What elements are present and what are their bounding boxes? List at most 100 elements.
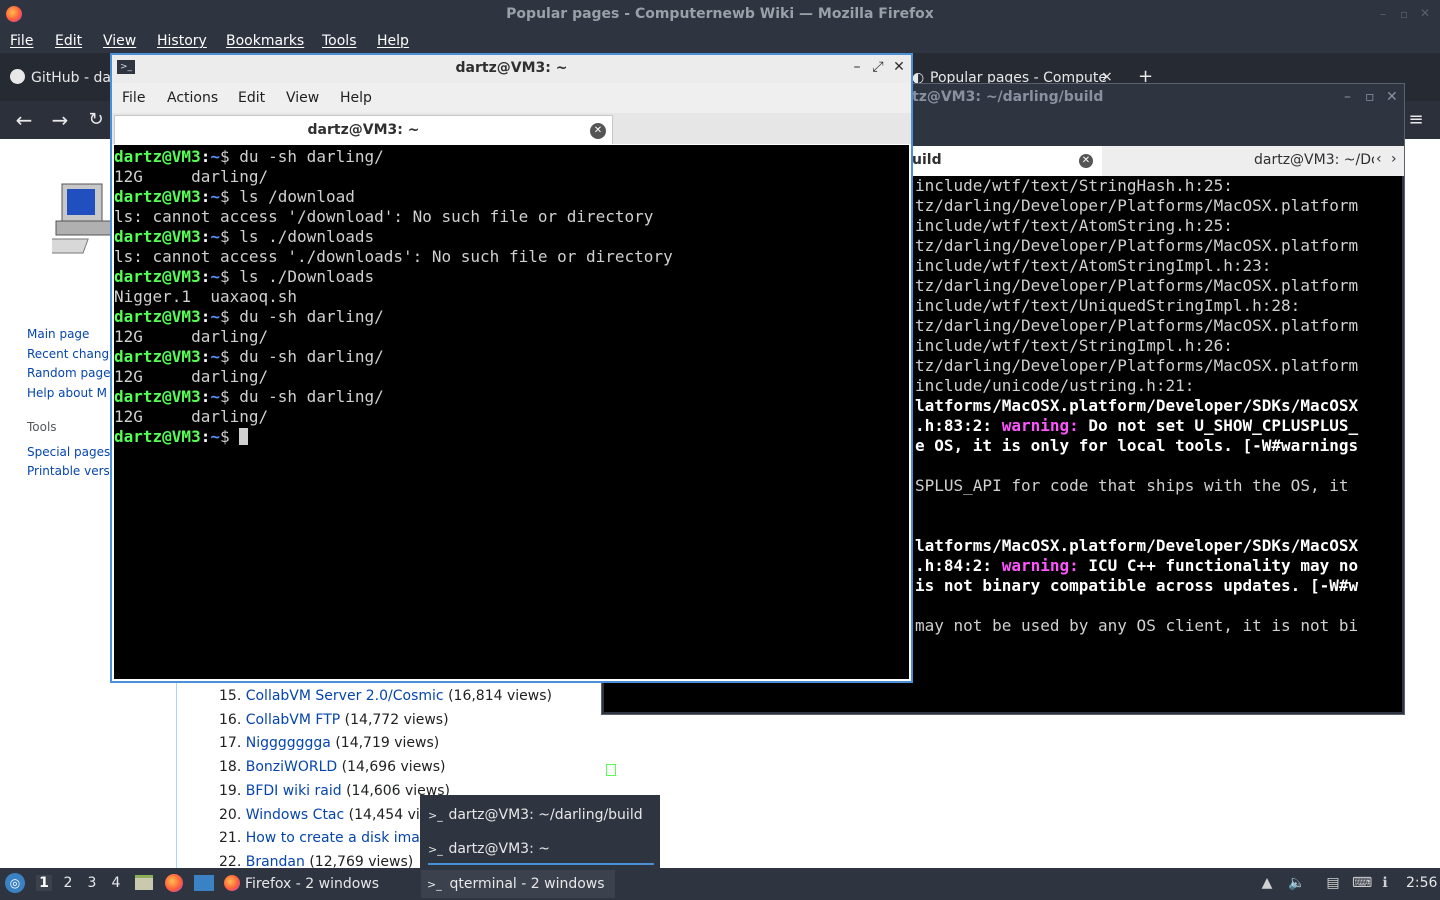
- tab-scroll-right-icon[interactable]: ›: [1391, 151, 1397, 167]
- minimize-icon[interactable]: –: [1344, 89, 1351, 105]
- terminal-text: ~: [210, 267, 220, 286]
- list-item-link[interactable]: Niggggggga: [246, 735, 331, 751]
- term-menu-help[interactable]: Help: [340, 90, 372, 106]
- volume-icon[interactable]: 🔈: [1288, 875, 1305, 891]
- close-icon[interactable]: ✕: [1386, 89, 1398, 105]
- term-menu-view[interactable]: View: [286, 90, 319, 106]
- task-qterminal[interactable]: >_ qterminal - 2 windows: [421, 870, 615, 898]
- terminal-text: tz/darling/Developer/Platforms/MacOSX.pl…: [915, 276, 1359, 295]
- tab-github[interactable]: GitHub - dar: [10, 63, 110, 93]
- close-icon[interactable]: ✕: [1420, 6, 1430, 20]
- desktop-2[interactable]: 2: [60, 875, 76, 891]
- clipboard-icon[interactable]: ▤: [1325, 875, 1341, 891]
- tray-update-icon[interactable]: ▲: [1259, 875, 1275, 891]
- tab-scroll-left-icon[interactable]: ‹: [1376, 151, 1382, 167]
- menu-tools[interactable]: Tools: [322, 33, 357, 49]
- maximize-icon[interactable]: ▫: [1365, 89, 1375, 105]
- menu-help[interactable]: Help: [377, 33, 409, 49]
- show-desktop-icon[interactable]: [194, 875, 214, 891]
- terminal-line: 12G darling/: [114, 407, 673, 427]
- maximize-icon[interactable]: ⤢: [870, 59, 886, 75]
- terminal-text: ICU C++ functionality may no: [1078, 556, 1359, 575]
- terminal-line: dartz@VM3:~$ du -sh darling/: [114, 347, 673, 367]
- terminal-text: ls: cannot access './downloads': No such…: [114, 247, 673, 266]
- terminal-line: may not be used by any OS client, it is …: [915, 616, 1358, 636]
- list-item-link[interactable]: How to create a disk ima: [246, 830, 420, 846]
- desktop-1[interactable]: 1: [36, 875, 52, 891]
- maximize-icon[interactable]: ▫: [1400, 7, 1408, 21]
- list-item-link[interactable]: BonziWORLD: [246, 759, 337, 775]
- desktop-4[interactable]: 4: [108, 875, 124, 891]
- terminal-line: e OS, it is only for local tools. [-W#wa…: [915, 436, 1358, 456]
- terminal-line: SPLUS_API for code that ships with the O…: [915, 476, 1358, 496]
- terminal-text: ~: [210, 347, 220, 366]
- menu-edit[interactable]: Edit: [55, 33, 82, 49]
- popup-item-build[interactable]: >_ dartz@VM3: ~/darling/build: [428, 801, 654, 829]
- firefox-launcher-icon[interactable]: [165, 874, 183, 892]
- list-item-link[interactable]: CollabVM Server 2.0/Cosmic: [246, 688, 444, 704]
- list-item: 21. How to create a disk ima: [219, 830, 420, 846]
- menu-history[interactable]: History: [157, 33, 207, 49]
- minimize-icon[interactable]: –: [1380, 7, 1386, 21]
- list-item-views: (16,814 views): [448, 688, 552, 704]
- qterminal-window-home[interactable]: >_ dartz@VM3: ~ – ⤢ ✕ File Actions Edit …: [110, 53, 913, 683]
- menu-view[interactable]: View: [103, 33, 136, 49]
- terminal-text: latforms/MacOSX.platform/Developer/SDKs/…: [915, 396, 1359, 415]
- terminal-text: Do not set U_SHOW_CPLUSPLUS_: [1078, 416, 1359, 435]
- task-firefox[interactable]: Firefox - 2 windows: [224, 870, 414, 898]
- terminal-line: dartz@VM3:~$: [114, 427, 673, 447]
- sidebar-special-pages[interactable]: Special pages: [27, 445, 110, 459]
- terminal-line: dartz@VM3:~$ ls ./downloads: [114, 227, 673, 247]
- terminal-line: dartz@VM3:~$ du -sh darling/: [114, 147, 673, 167]
- term-menu-file[interactable]: File: [122, 90, 145, 106]
- list-item-number: 18.: [219, 759, 242, 776]
- sidebar-help[interactable]: Help about M: [27, 386, 107, 400]
- sidebar-main-page[interactable]: Main page: [27, 327, 89, 341]
- close-icon[interactable]: ✕: [891, 59, 907, 75]
- forward-arrow-icon[interactable]: →: [47, 107, 73, 133]
- file-manager-icon[interactable]: [135, 875, 153, 890]
- sidebar-random-page[interactable]: Random page: [27, 366, 110, 380]
- popup-item-home[interactable]: >_ dartz@VM3: ~: [428, 835, 654, 865]
- task-firefox-label: Firefox - 2 windows: [245, 876, 380, 892]
- term-menu-edit[interactable]: Edit: [238, 90, 265, 106]
- firefox-menubar: File Edit View History Bookmarks Tools H…: [0, 29, 1440, 53]
- tab-docs[interactable]: dartz@VM3: ~/Dc: [1104, 146, 1374, 176]
- terminal-text: $ ls /download: [219, 187, 355, 206]
- terminal-text: .h:83:2:: [915, 416, 1002, 435]
- window-list-popup: >_ dartz@VM3: ~/darling/build >_ dartz@V…: [420, 795, 660, 868]
- back-arrow-icon[interactable]: ←: [11, 107, 37, 133]
- sidebar-recent-changes[interactable]: Recent chang: [27, 347, 109, 361]
- terminal-screen-home[interactable]: dartz@VM3:~$ du -sh darling/12G darling/…: [114, 145, 909, 679]
- list-item-views: (14,696 views): [341, 759, 446, 776]
- list-item-link[interactable]: Windows Ctac: [246, 807, 345, 823]
- terminal-text: Nigger.1 uaxaoq.sh: [114, 287, 298, 306]
- terminal-text: :: [200, 387, 211, 406]
- tab-close-icon[interactable]: ✕: [1079, 154, 1093, 168]
- terminal-text: $: [219, 427, 240, 446]
- hamburger-menu-icon[interactable]: ≡: [1403, 107, 1429, 133]
- terminal-text: $ ls ./downloads: [219, 227, 375, 246]
- terminal-line: include/wtf/text/AtomStringImpl.h:23:: [915, 256, 1358, 276]
- term-menu-actions[interactable]: Actions: [167, 90, 218, 106]
- clock[interactable]: 2:56: [1406, 875, 1437, 891]
- reload-icon[interactable]: ↻: [83, 107, 109, 133]
- minimize-icon[interactable]: –: [849, 59, 865, 75]
- keyboard-icon[interactable]: ⌨: [1352, 875, 1372, 891]
- notification-icon[interactable]: ℹ: [1377, 875, 1393, 891]
- terminal-line: include/wtf/text/UniquedStringImpl.h:28:: [915, 296, 1358, 316]
- list-item-link[interactable]: CollabVM FTP: [246, 712, 341, 728]
- list-item: 16. CollabVM FTP (14,772 views): [219, 712, 449, 728]
- menu-bookmarks[interactable]: Bookmarks: [226, 33, 304, 49]
- tab-home[interactable]: dartz@VM3: ~ ✕: [114, 115, 613, 144]
- desktop-3[interactable]: 3: [84, 875, 100, 891]
- terminal-line: latforms/MacOSX.platform/Developer/SDKs/…: [915, 396, 1358, 416]
- menu-file[interactable]: File: [10, 33, 33, 49]
- list-item-number: 21.: [219, 830, 242, 847]
- tab-close-icon[interactable]: ✕: [590, 123, 606, 139]
- list-item-link[interactable]: BFDI wiki raid: [246, 783, 342, 799]
- start-menu-icon[interactable]: ◎: [5, 873, 25, 893]
- terminal-line: dartz@VM3:~$ du -sh darling/: [114, 307, 673, 327]
- sidebar-printable-version[interactable]: Printable vers: [27, 464, 110, 478]
- terminal-line: tz/darling/Developer/Platforms/MacOSX.pl…: [915, 316, 1358, 336]
